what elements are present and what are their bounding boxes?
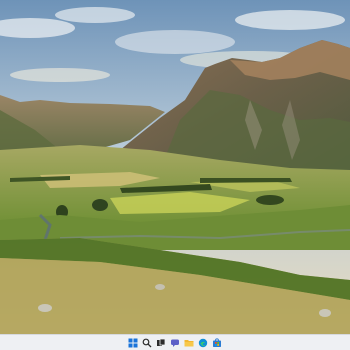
search-button[interactable] (142, 337, 153, 348)
edge-button[interactable] (198, 337, 209, 348)
windows-start-button[interactable] (128, 337, 139, 348)
task-view-icon (157, 338, 166, 346)
task-view-button[interactable] (156, 337, 167, 348)
file-explorer-icon (184, 339, 194, 346)
taskbar (0, 334, 350, 350)
chat-icon (171, 339, 179, 347)
search-icon (142, 338, 152, 347)
desktop[interactable] (0, 0, 350, 334)
chat-button[interactable] (170, 337, 181, 348)
edge-icon (198, 338, 208, 347)
store-button[interactable] (212, 337, 223, 348)
windows-start-icon (128, 338, 138, 347)
store-icon (213, 337, 221, 347)
file-explorer-button[interactable] (184, 337, 195, 348)
landscape-wallpaper (0, 0, 350, 334)
